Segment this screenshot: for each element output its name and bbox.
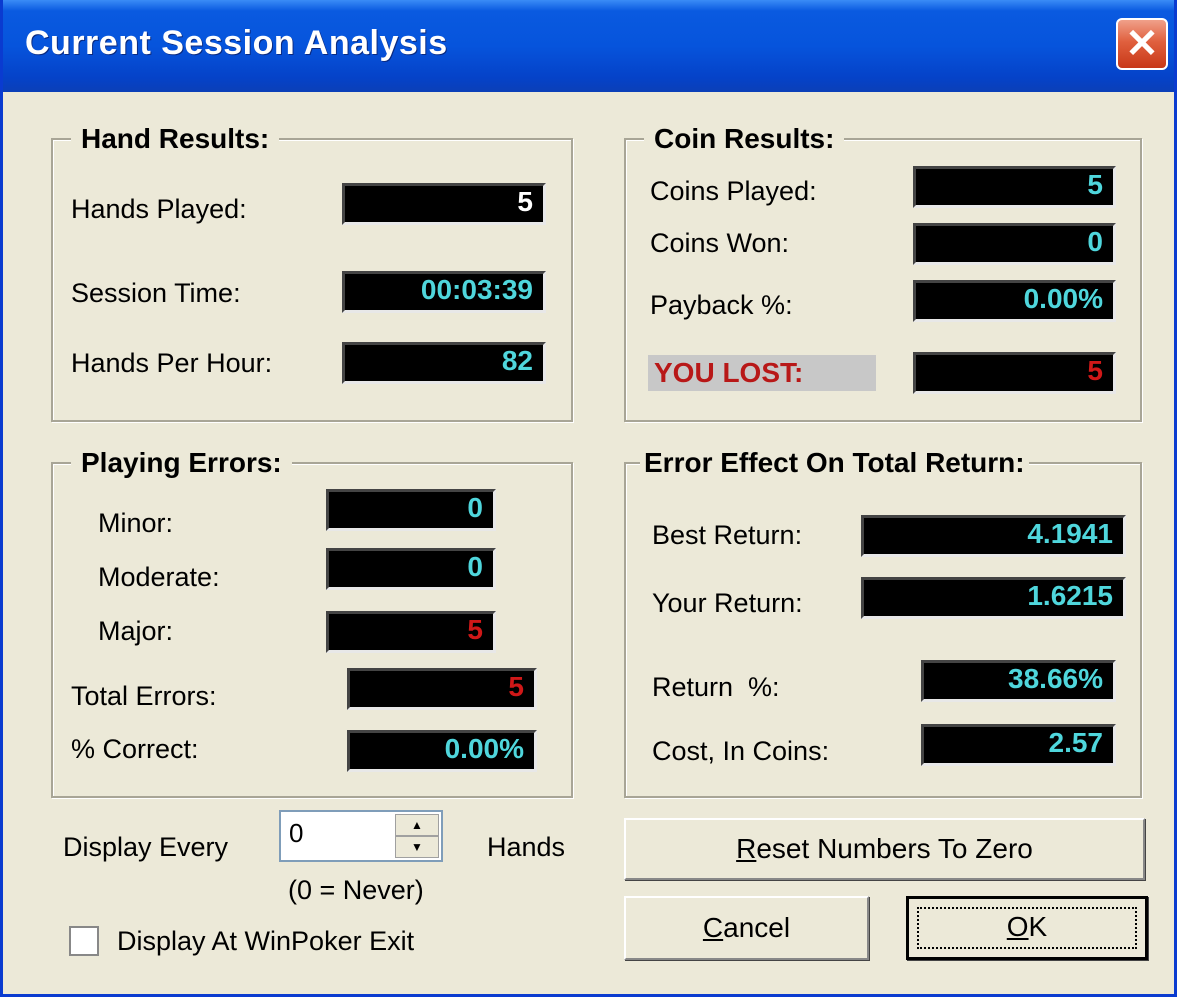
minor-label: Minor:	[98, 508, 174, 538]
moderate-label: Moderate:	[98, 562, 220, 592]
coin-results-title: Coin Results:	[644, 123, 845, 155]
title-bar[interactable]: Current Session Analysis ✕	[3, 0, 1174, 92]
cancel-label: ancel	[723, 912, 791, 943]
display-every-value: 0	[289, 818, 304, 848]
hands-per-hour-label: Hands Per Hour:	[71, 348, 273, 378]
total-errors-value: 5	[347, 668, 537, 710]
spin-up-button[interactable]: ▲	[395, 814, 439, 836]
total-errors-label: Total Errors:	[71, 681, 217, 711]
coins-played-value: 5	[913, 166, 1116, 208]
error-effect-title: Error Effect On Total Return:	[640, 447, 1029, 479]
your-return-value: 1.6215	[861, 577, 1126, 619]
you-lost-value: 5	[913, 352, 1116, 394]
playing-errors-title: Playing Errors:	[71, 447, 292, 479]
percent-correct-value: 0.00%	[347, 730, 537, 772]
return-percent-value: 38.66%	[921, 660, 1116, 702]
ok-focus-rect	[917, 907, 1137, 949]
ok-button[interactable]: OK	[906, 896, 1148, 960]
best-return-label: Best Return:	[652, 520, 803, 550]
cancel-button[interactable]: Cancel	[624, 896, 869, 960]
major-value: 5	[326, 611, 496, 653]
moderate-value: 0	[326, 548, 496, 590]
reset-label: eset Numbers To Zero	[756, 833, 1033, 864]
reset-numbers-button[interactable]: Reset Numbers To Zero	[624, 818, 1145, 880]
payback-value: 0.00%	[913, 280, 1116, 322]
display-every-label: Display Every	[63, 832, 229, 862]
session-time-value: 00:03:39	[342, 271, 546, 313]
hand-results-title: Hand Results:	[71, 123, 280, 155]
cost-in-coins-value: 2.57	[921, 724, 1116, 766]
best-return-value: 4.1941	[861, 515, 1126, 557]
cancel-accel: C	[702, 912, 724, 943]
coins-played-label: Coins Played:	[650, 176, 817, 206]
hands-unit-label: Hands	[487, 832, 566, 862]
display-at-exit-label[interactable]: Display At WinPoker Exit	[117, 926, 414, 957]
percent-correct-label: % Correct:	[71, 734, 199, 764]
your-return-label: Your Return:	[652, 588, 803, 618]
session-time-label: Session Time:	[71, 278, 241, 308]
close-icon: ✕	[1125, 22, 1159, 66]
hands-played-value: 5	[342, 183, 546, 225]
coins-won-label: Coins Won:	[650, 228, 790, 258]
never-note: (0 = Never)	[288, 875, 424, 905]
display-at-exit-checkbox[interactable]	[69, 926, 99, 956]
hands-per-hour-value: 82	[342, 342, 546, 384]
spin-down-button[interactable]: ▼	[395, 836, 439, 858]
close-button[interactable]: ✕	[1116, 18, 1168, 70]
minor-value: 0	[326, 489, 496, 531]
major-label: Major:	[98, 616, 174, 646]
hands-played-label: Hands Played:	[71, 194, 247, 224]
return-percent-label: Return %:	[652, 672, 780, 702]
dialog-window: Current Session Analysis ✕ Hand Results:…	[0, 0, 1177, 997]
window-title: Current Session Analysis	[25, 24, 448, 62]
reset-accel: R	[736, 833, 757, 864]
cost-in-coins-label: Cost, In Coins:	[652, 736, 830, 766]
you-lost-label: YOU LOST:	[648, 355, 876, 391]
coins-won-value: 0	[913, 223, 1116, 265]
payback-label: Payback %:	[650, 290, 793, 320]
